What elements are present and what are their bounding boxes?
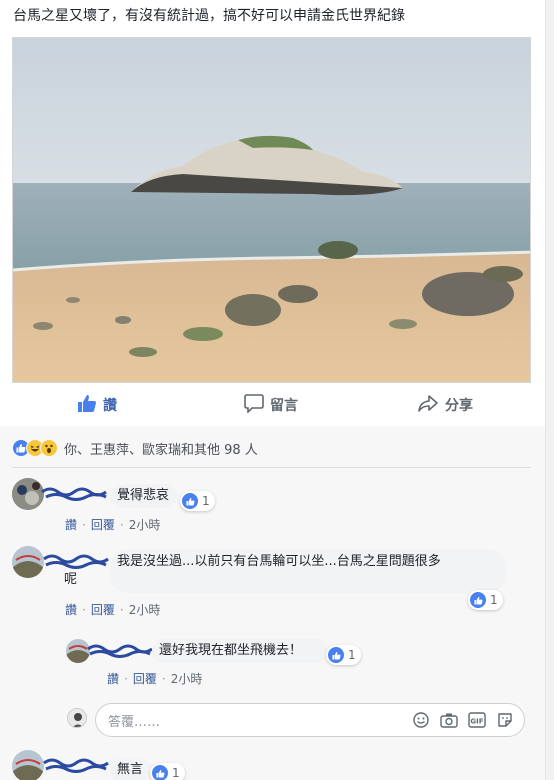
- comment-like-count[interactable]: 1: [468, 590, 503, 610]
- sticker-icon[interactable]: [496, 711, 514, 729]
- like-count-value: 1: [202, 494, 210, 508]
- reply-input[interactable]: 答覆…… GIF: [95, 703, 525, 737]
- thumbs-up-icon: [182, 493, 198, 509]
- comment-reply-link[interactable]: 回覆: [91, 601, 115, 618]
- comment-bubble: 無言: [110, 758, 152, 780]
- comment-meta: 讚 · 回覆 · 2小時: [65, 516, 160, 533]
- comment-time[interactable]: 2小時: [171, 670, 203, 687]
- comment-icon: [244, 393, 264, 417]
- share-label: 分享: [445, 398, 473, 414]
- avatar[interactable]: [12, 750, 44, 780]
- comment-text: 無言: [117, 762, 144, 777]
- share-button[interactable]: 分享: [417, 393, 473, 417]
- redacted-name: [41, 487, 107, 501]
- redacted-name: [43, 554, 109, 569]
- divider: [12, 467, 531, 468]
- wow-icon: [40, 439, 58, 457]
- thumbs-up-icon: [328, 647, 344, 663]
- comment-like-count[interactable]: 1: [326, 645, 361, 665]
- gif-icon[interactable]: GIF: [468, 711, 486, 729]
- comment-bubble: 我是沒坐過...以前只有台馬輪可以坐...台馬之星問題很多 呢: [64, 549, 506, 593]
- like-count-value: 1: [348, 648, 356, 662]
- reaction-summary[interactable]: 你、王惠萍、歐家瑞和其他 98 人: [12, 438, 258, 458]
- comment-text: 還好我現在都坐飛機去！: [159, 643, 303, 658]
- comment-like-link[interactable]: 讚: [65, 516, 77, 533]
- comment-label: 留言: [270, 398, 298, 414]
- comment-button[interactable]: 留言: [244, 393, 298, 417]
- emoji-icon[interactable]: [412, 711, 430, 729]
- comment-time[interactable]: 2小時: [129, 516, 161, 533]
- separator: ·: [119, 517, 124, 532]
- share-icon: [417, 393, 439, 417]
- like-label: 讚: [103, 398, 117, 414]
- comment-time[interactable]: 2小時: [129, 601, 161, 618]
- comment-bubble: 還好我現在都坐飛機去！: [152, 639, 328, 663]
- reaction-summary-text: 你、王惠萍、歐家瑞和其他 98 人: [64, 442, 258, 458]
- current-user-avatar: [67, 708, 87, 728]
- separator: ·: [82, 517, 86, 532]
- separator: ·: [119, 602, 124, 617]
- comment-meta: 讚 · 回覆 · 2小時: [65, 601, 160, 618]
- like-count-value: 1: [490, 593, 498, 607]
- post-photo[interactable]: [12, 37, 531, 383]
- redacted-name: [87, 644, 153, 658]
- comment-reply-link[interactable]: 回覆: [91, 516, 115, 533]
- post-actions: 讚 留言 分享: [0, 388, 554, 422]
- separator: ·: [161, 671, 166, 686]
- thumbs-up-icon: [77, 393, 97, 417]
- avatar[interactable]: [12, 546, 44, 578]
- thumbs-up-icon: [470, 592, 486, 608]
- comment-text: 我是沒坐過...以前只有台馬輪可以坐...台馬之星問題很多: [117, 554, 441, 569]
- comment-meta: 讚 · 回覆 · 2小時: [107, 670, 202, 687]
- comment-text-continued: 呢: [64, 572, 78, 587]
- thumbs-up-icon: [152, 765, 168, 780]
- separator: ·: [124, 671, 128, 686]
- comment-like-link[interactable]: 讚: [65, 601, 77, 618]
- reply-placeholder: 答覆……: [108, 715, 161, 730]
- separator: ·: [82, 602, 86, 617]
- reply-tools: GIF: [412, 711, 514, 729]
- like-button[interactable]: 讚: [77, 393, 117, 417]
- redacted-name: [43, 758, 109, 773]
- svg-text:GIF: GIF: [470, 718, 483, 726]
- comment-reply-link[interactable]: 回覆: [133, 670, 157, 687]
- post-text: 台馬之星又壞了，有沒有統計過，搞不好可以申請金氏世界紀錄: [13, 8, 405, 24]
- like-count-value: 1: [172, 766, 180, 780]
- comment-like-count[interactable]: 1: [150, 763, 185, 780]
- comment-like-count[interactable]: 1: [180, 491, 215, 511]
- comment-text: 覺得悲哀: [117, 488, 170, 503]
- comment-like-link[interactable]: 讚: [107, 670, 119, 687]
- comment-bubble: 覺得悲哀: [110, 484, 178, 508]
- camera-icon[interactable]: [440, 711, 458, 729]
